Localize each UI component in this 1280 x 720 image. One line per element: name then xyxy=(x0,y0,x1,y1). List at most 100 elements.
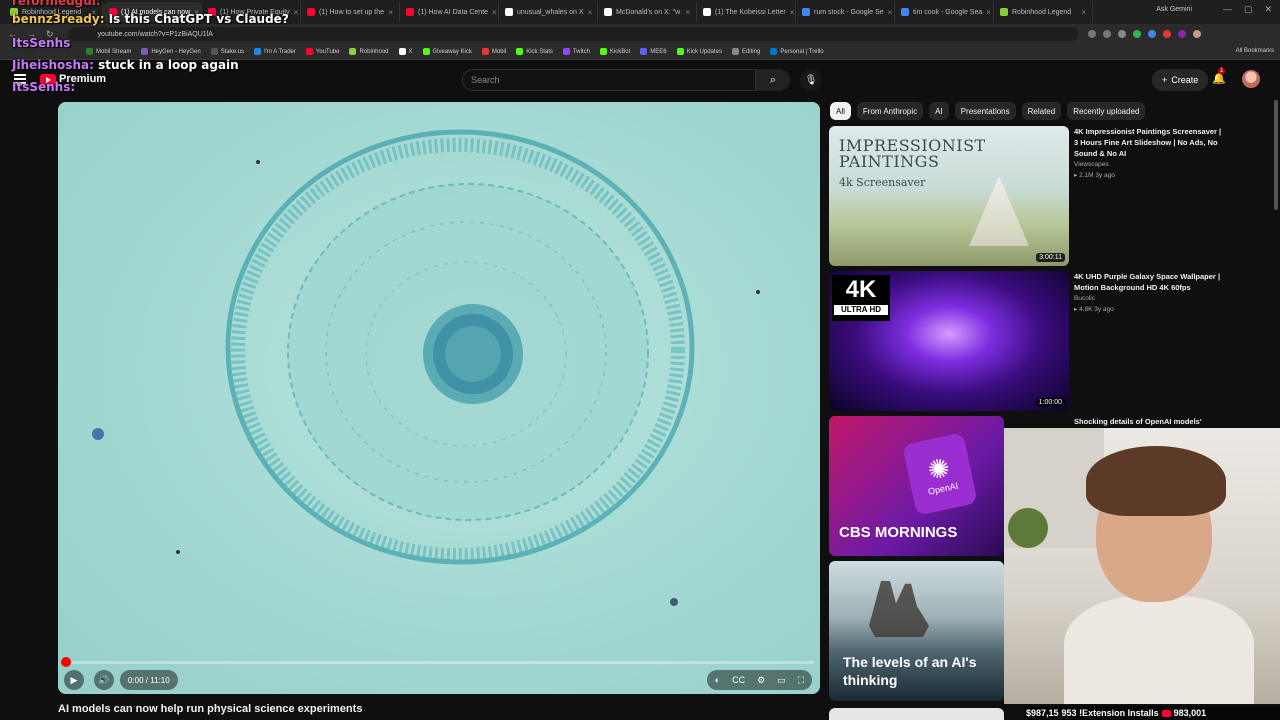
filter-chip[interactable]: From Anthropic xyxy=(856,102,924,120)
browser-tab[interactable]: (1) How to set up the × xyxy=(301,2,400,22)
browser-tab[interactable]: (1) How AI Data Cente × xyxy=(400,2,499,22)
address-bar: ← → ↻ youtube.com/watch?v=P1zBiAQU1lA xyxy=(0,24,1280,44)
filter-chip[interactable]: Related xyxy=(1021,102,1062,120)
bookmark-icon xyxy=(398,48,406,55)
bookmark-item[interactable]: Twitch xyxy=(562,48,590,55)
thumbnail-text: 4k Screensaver xyxy=(839,176,926,189)
bookmark-label: Robinhood xyxy=(359,48,389,55)
share-icon[interactable] xyxy=(1102,30,1111,38)
autoplay-toggle[interactable]: ◐ xyxy=(715,675,720,685)
filter-chip[interactable]: AI xyxy=(929,102,949,120)
tab-close-icon[interactable]: × xyxy=(1081,8,1086,17)
close-icon[interactable]: ✕ xyxy=(1264,4,1272,15)
bookmark-item[interactable]: Personal | Trello xyxy=(770,48,824,55)
tab-close-icon[interactable]: × xyxy=(685,8,690,17)
fullscreen-icon[interactable]: ⛶ xyxy=(798,675,804,686)
volume-button[interactable]: 🔊 xyxy=(94,670,114,690)
voice-search-button[interactable]: 🎙 xyxy=(800,69,822,91)
bookmark-icon xyxy=(422,48,430,55)
tab-close-icon[interactable]: × xyxy=(888,8,893,17)
channel-name[interactable]: Bucolic xyxy=(1074,293,1224,304)
bookmark-item[interactable]: Mobil Stream xyxy=(86,48,131,55)
bookmark-item[interactable]: Kick Stats xyxy=(516,48,553,55)
zoom-icon[interactable] xyxy=(1087,30,1096,38)
bookmark-item[interactable]: X xyxy=(398,48,413,55)
tab-close-icon[interactable]: × xyxy=(388,8,393,17)
tab-label: unusual_whales on X xyxy=(517,8,584,16)
bookmark-item[interactable]: Editing xyxy=(731,48,761,55)
bell-icon: 🔔 xyxy=(1212,73,1226,85)
chat-message: Is this ChatGPT vs Claude? xyxy=(108,12,289,26)
all-bookmarks-button[interactable]: All Bookmarks xyxy=(1236,48,1274,54)
filter-chip[interactable]: All xyxy=(830,102,851,120)
bookmark-item[interactable]: Stake.us xyxy=(210,48,244,55)
browser-tab[interactable]: McDonald's on X: "w × xyxy=(598,2,697,22)
tab-favicon xyxy=(604,8,612,16)
browser-tab[interactable]: (1) The Kobeissi Letter × xyxy=(697,2,796,22)
scrollbar[interactable] xyxy=(1274,100,1278,210)
star-icon[interactable] xyxy=(1117,30,1126,38)
captions-icon[interactable]: CC xyxy=(732,675,745,685)
bookmark-item[interactable]: Robinhood xyxy=(349,48,389,55)
tab-close-icon[interactable]: × xyxy=(294,8,299,17)
recommendation-title[interactable]: 4K UHD Purple Galaxy Space Wallpaper | M… xyxy=(1074,271,1224,293)
tab-close-icon[interactable]: × xyxy=(588,8,593,17)
url-input[interactable]: youtube.com/watch?v=P1zBiAQU1lA xyxy=(67,27,1078,41)
bookmark-item[interactable]: Mobil xyxy=(481,48,506,55)
chat-username: Jiheishosha: xyxy=(12,58,94,72)
settings-icon[interactable]: ⚙ xyxy=(757,675,765,686)
recommendation-item[interactable] xyxy=(829,708,1004,720)
video-thumbnail[interactable]: IMPRESSIONIST PAINTINGS 4k Screensaver 3… xyxy=(829,126,1069,266)
avatar[interactable] xyxy=(1242,70,1260,88)
thumbnail-text: CBS MORNINGS xyxy=(839,524,958,541)
maximize-icon[interactable]: ▢ xyxy=(1244,4,1253,15)
filter-chip[interactable]: Presentations xyxy=(954,102,1016,120)
tab-favicon xyxy=(406,8,414,16)
profile-icon[interactable] xyxy=(1192,30,1201,38)
duration-badge: 1:00:00 xyxy=(1035,398,1065,407)
bookmark-item[interactable]: MEE6 xyxy=(640,48,667,55)
create-button[interactable]: + Create xyxy=(1152,69,1209,91)
openai-logo: ✺ OpenAI xyxy=(902,432,978,516)
recommendation-title[interactable]: Shocking details of OpenAI models' xyxy=(1074,416,1224,427)
channel-name[interactable]: Viewscapes xyxy=(1074,159,1224,170)
video-thumbnail[interactable]: The levels of an AI's thinking xyxy=(829,561,1004,701)
search-input[interactable]: Search xyxy=(462,69,756,91)
bookmark-item[interactable]: Giveaway Kick xyxy=(422,48,472,55)
tab-close-icon[interactable]: × xyxy=(986,8,991,17)
ask-gemini-button[interactable]: Ask Gemini xyxy=(1156,6,1192,13)
extension-icon[interactable] xyxy=(1162,30,1171,38)
tab-label: (1) How AI Data Cente xyxy=(418,8,489,16)
search-button[interactable]: ⌕ xyxy=(756,69,790,91)
notifications-button[interactable]: 🔔 1 xyxy=(1212,68,1226,85)
bookmark-icon xyxy=(516,48,524,55)
video-thumbnail[interactable]: 4K ULTRA HD 1:00:00 xyxy=(829,271,1069,411)
bookmark-item[interactable]: Kick Updates xyxy=(676,48,722,55)
microscope-specimen-image xyxy=(92,129,760,606)
theater-mode-icon[interactable]: ▭ xyxy=(777,675,786,686)
browser-tab[interactable]: rum stock - Google Se × xyxy=(796,2,895,22)
recommendation-item[interactable]: IMPRESSIONIST PAINTINGS 4k Screensaver 3… xyxy=(829,126,1229,268)
minimize-icon[interactable]: — xyxy=(1223,4,1232,15)
browser-tab[interactable]: tim cook - Google Sea × xyxy=(895,2,994,22)
bookmark-label: Giveaway Kick xyxy=(432,48,472,55)
browser-tab[interactable]: Robinhood Legend × xyxy=(994,2,1093,22)
filter-chip[interactable]: Recently uploaded xyxy=(1067,102,1146,120)
bookmark-item[interactable]: YouTube xyxy=(305,48,339,55)
play-button[interactable]: ▶ xyxy=(64,670,84,690)
video-thumbnail[interactable]: ✺ OpenAI CBS MORNINGS xyxy=(829,416,1004,556)
bookmark-item[interactable]: HeyGen - HeyGen xyxy=(141,48,201,55)
bookmark-item[interactable]: I'm A Trader xyxy=(254,48,296,55)
tab-close-icon[interactable]: × xyxy=(790,8,795,17)
video-player[interactable]: ▶ 🔊 0:00 / 11:10 ◐ CC ⚙ ▭ ⛶ xyxy=(58,102,820,694)
bookmark-item[interactable]: KickBot xyxy=(599,48,630,55)
bookmark-label: Editing xyxy=(741,48,761,55)
extension-icon[interactable] xyxy=(1147,30,1156,38)
tab-close-icon[interactable]: × xyxy=(492,8,497,17)
extension-icon[interactable] xyxy=(1177,30,1186,38)
recommendation-item[interactable]: 4K ULTRA HD 1:00:00 4K UHD Purple Galaxy … xyxy=(829,271,1229,413)
recommendation-title[interactable]: 4K Impressionist Paintings Screensaver |… xyxy=(1074,126,1224,159)
extension-icon[interactable] xyxy=(1132,30,1141,38)
tab-label: rum stock - Google Se xyxy=(814,8,884,16)
browser-tab[interactable]: unusual_whales on X × xyxy=(499,2,598,22)
